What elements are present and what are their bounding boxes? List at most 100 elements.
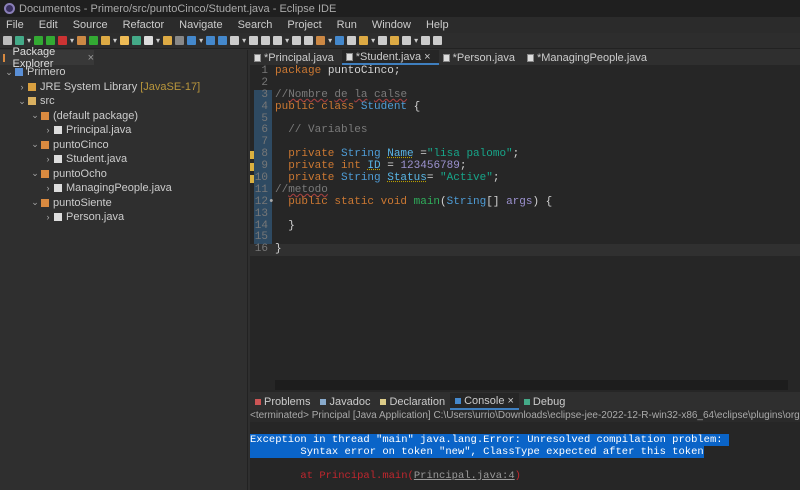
toolbar-button-icon[interactable] xyxy=(433,36,443,45)
toolbar-button-icon[interactable] xyxy=(163,36,173,45)
dropdown-arrow-icon[interactable]: ▾ xyxy=(328,36,332,45)
editor-tab[interactable]: *ManagingPeople.java xyxy=(523,50,655,65)
tree-item[interactable]: ⌄ puntoCinco xyxy=(0,138,247,153)
toolbar-button-icon[interactable] xyxy=(335,36,345,45)
toolbar-button-icon[interactable] xyxy=(144,36,154,45)
expand-arrow-icon[interactable]: › xyxy=(16,82,28,92)
tab-javadoc[interactable]: Javadoc xyxy=(315,393,375,410)
menu-help[interactable]: Help xyxy=(420,19,458,31)
dropdown-arrow-icon[interactable]: ▾ xyxy=(285,36,289,45)
tree-item[interactable]: › Person.java xyxy=(0,210,247,225)
toolbar-button-icon[interactable] xyxy=(421,36,431,45)
tree-item[interactable]: › Principal.java xyxy=(0,123,247,138)
tab-package-explorer[interactable]: Package Explorer × xyxy=(0,46,94,70)
tree-item[interactable]: ⌄ src xyxy=(0,94,247,109)
dropdown-arrow-icon[interactable]: ▾ xyxy=(242,36,246,45)
close-icon[interactable]: × xyxy=(507,395,513,407)
menu-window[interactable]: Window xyxy=(366,19,420,31)
expand-arrow-icon[interactable]: › xyxy=(42,212,54,222)
dropdown-arrow-icon[interactable]: ▾ xyxy=(199,36,203,45)
menu-project[interactable]: Project xyxy=(281,19,330,31)
code-line: 12 • public static void main(String[] arg… xyxy=(250,196,800,209)
tree-item[interactable]: ⌄ Primero xyxy=(0,65,247,80)
console-output: Exception in thread "main" java.lang.Err… xyxy=(250,422,800,482)
tree-item-label: JRE System Library xyxy=(40,80,138,93)
tab-debug[interactable]: Debug xyxy=(519,393,570,410)
toolbar-button-icon[interactable] xyxy=(359,36,369,45)
code-token: // xyxy=(275,183,289,196)
tree-item[interactable]: › Student.java xyxy=(0,152,247,167)
menu-search[interactable]: Search xyxy=(232,19,282,31)
tree-item[interactable]: › JRE System Library [JavaSE-17] xyxy=(0,80,247,95)
menu-file[interactable]: File xyxy=(0,19,33,31)
toolbar-button-icon[interactable] xyxy=(218,36,228,45)
menu-navigate[interactable]: Navigate xyxy=(173,19,231,31)
toolbar-button-icon[interactable] xyxy=(347,36,357,45)
code-token: ; xyxy=(512,148,520,161)
code-text: } xyxy=(272,220,295,233)
tab-problems[interactable]: Problems xyxy=(250,393,315,410)
close-icon[interactable]: × xyxy=(88,52,94,64)
dropdown-arrow-icon[interactable]: ▾ xyxy=(70,36,74,45)
toolbar-button-icon[interactable] xyxy=(206,36,216,45)
expand-arrow-icon[interactable]: › xyxy=(42,154,54,164)
dropdown-arrow-icon[interactable]: ▾ xyxy=(371,36,375,45)
toolbar-button-icon[interactable] xyxy=(89,36,99,45)
tab-console[interactable]: Console × xyxy=(450,393,519,410)
package-icon xyxy=(41,111,49,120)
tree-item[interactable]: ⌄ puntoSiente xyxy=(0,196,247,211)
toolbar-button-icon[interactable] xyxy=(3,36,12,45)
expand-arrow-icon[interactable]: ⌄ xyxy=(16,96,28,107)
dropdown-arrow-icon[interactable]: ▾ xyxy=(156,36,160,45)
close-icon[interactable]: × xyxy=(424,51,430,63)
toolbar-button-icon[interactable] xyxy=(402,36,412,45)
code-editor[interactable]: *Principal.java *Student.java × *Person.jav… xyxy=(250,50,800,392)
expand-arrow-icon[interactable]: ⌄ xyxy=(29,110,41,121)
tree-item[interactable]: › ManagingPeople.java xyxy=(0,181,247,196)
toolbar-button-icon[interactable] xyxy=(230,36,240,45)
tab-declaration[interactable]: Declaration xyxy=(375,393,450,410)
dropdown-arrow-icon[interactable]: ▾ xyxy=(113,36,117,45)
tree-item[interactable]: ⌄ (default package) xyxy=(0,109,247,124)
tab-label: *Person.java xyxy=(452,51,515,64)
menu-source[interactable]: Source xyxy=(67,19,117,31)
expand-arrow-icon[interactable]: ⌄ xyxy=(3,67,15,78)
expand-arrow-icon[interactable]: ⌄ xyxy=(29,168,41,179)
editor-tab[interactable]: *Principal.java xyxy=(250,50,342,65)
menu-refactor[interactable]: Refactor xyxy=(117,19,174,31)
toolbar-button-icon[interactable] xyxy=(292,36,302,45)
toolbar-button-icon[interactable] xyxy=(120,36,130,45)
horizontal-scrollbar[interactable] xyxy=(275,380,788,390)
stacktrace-link[interactable]: Principal.java:4 xyxy=(414,470,515,482)
toolbar-button-icon[interactable] xyxy=(15,36,24,45)
toolbar-button-icon[interactable] xyxy=(390,36,400,45)
toolbar-button-icon[interactable] xyxy=(316,36,326,45)
toolbar-button-icon[interactable] xyxy=(273,36,283,45)
menu-edit[interactable]: Edit xyxy=(33,19,67,31)
tree-item[interactable]: ⌄ puntoOcho xyxy=(0,167,247,182)
toolbar-button-icon[interactable] xyxy=(132,36,142,45)
dropdown-arrow-icon[interactable]: ▾ xyxy=(414,36,418,45)
toolbar-button-icon[interactable] xyxy=(249,36,259,45)
toolbar-button-icon[interactable] xyxy=(187,36,197,45)
expand-arrow-icon[interactable]: ⌄ xyxy=(29,139,41,150)
toolbar-button-icon[interactable] xyxy=(378,36,388,45)
toolbar-button-icon[interactable] xyxy=(77,36,87,45)
editor-tab[interactable]: *Person.java xyxy=(439,50,523,65)
expand-arrow-icon[interactable]: › xyxy=(42,125,54,135)
terminated-status: <terminated> Principal [Java Application… xyxy=(250,410,800,422)
expand-arrow-icon[interactable]: ⌄ xyxy=(29,197,41,208)
editor-tab[interactable]: *Student.java × xyxy=(341,50,439,65)
code-token: Nombre xyxy=(288,88,328,101)
code-area[interactable]: 1 package puntoCinco; 2 3//Nombre de la cal… xyxy=(250,65,800,257)
toolbar-button-icon[interactable] xyxy=(175,36,185,45)
toolbar-button-icon[interactable] xyxy=(261,36,271,45)
dropdown-arrow-icon[interactable]: ▾ xyxy=(27,36,31,45)
toolbar-button-icon[interactable] xyxy=(58,36,68,45)
expand-arrow-icon[interactable]: › xyxy=(42,183,54,193)
toolbar-button-icon[interactable] xyxy=(46,36,56,45)
toolbar-button-icon[interactable] xyxy=(101,36,111,45)
menu-run[interactable]: Run xyxy=(331,19,366,31)
toolbar-button-icon[interactable] xyxy=(34,36,44,45)
toolbar-button-icon[interactable] xyxy=(304,36,314,45)
